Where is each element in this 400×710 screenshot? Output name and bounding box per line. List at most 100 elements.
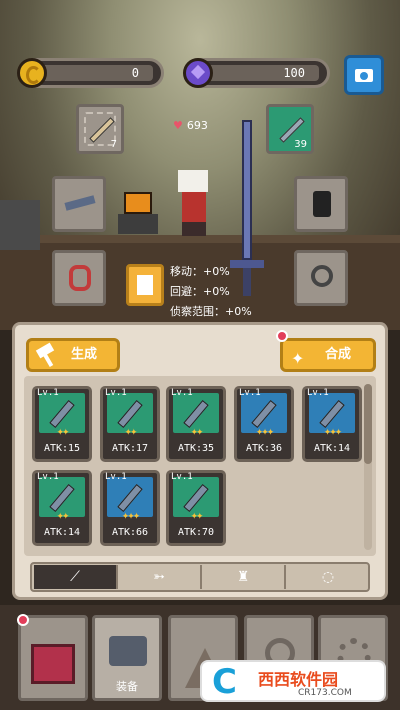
weapon-stars: ✦✦ (124, 428, 137, 438)
watermark-logo: C 西西软件园 CR173.COM (200, 660, 386, 702)
weapon-stars: ✦✦ (190, 428, 203, 438)
equip-slot-gloves[interactable] (294, 176, 348, 232)
generate-label: 生成 (71, 347, 98, 362)
equip-slot-bow[interactable] (52, 176, 106, 232)
weapon-card[interactable]: Lv.1 ✦✦ ATK:17 (100, 386, 160, 462)
anvil-icon (109, 636, 147, 666)
armor-button[interactable] (126, 264, 164, 306)
inventory-scrollbar[interactable] (364, 384, 372, 550)
slot-level: 7 (110, 139, 117, 150)
weapon-attack: ATK:36 (245, 443, 283, 454)
ring-icon: ◌ (321, 569, 335, 585)
weapon-attack: ATK:66 (111, 527, 149, 538)
notification-dot (276, 330, 288, 342)
weapon-level: Lv.1 (171, 388, 193, 398)
weapon-level: Lv.1 (105, 472, 127, 482)
weapon-level: Lv.1 (307, 388, 329, 398)
sword-icon: ⟋ (70, 569, 80, 585)
weapon-stars: ✦✦✦ (121, 512, 141, 522)
weapon-card[interactable]: Lv.1 ✦✦✦ ATK:36 (234, 386, 294, 462)
weapon-attack: ATK:14 (313, 443, 351, 454)
equip-slot-ring[interactable] (294, 250, 348, 306)
weapon-image (309, 393, 355, 433)
weapon-level: Lv.1 (171, 472, 193, 482)
weapon-attack: ATK:14 (43, 527, 81, 538)
weapon-level: Lv.1 (37, 472, 59, 482)
weapon-attack: ATK:15 (43, 443, 81, 454)
gem-value: 100 (283, 66, 305, 80)
weapon-stars: ✦✦✦ (323, 428, 343, 438)
chest-notification-dot (17, 614, 29, 626)
weapon-image (173, 393, 219, 433)
bow-icon: ➳ (153, 569, 165, 585)
heart-icon: ♥ (173, 119, 183, 132)
combine-button[interactable]: ✦ 合成 (280, 338, 376, 372)
gold-coin-icon (17, 58, 47, 88)
sparkle-icon: ✦ (291, 349, 305, 368)
weapon-icon (183, 399, 209, 429)
nav-equipment[interactable]: 装备 (92, 615, 162, 701)
hammer-icon (37, 346, 59, 364)
tab-armor[interactable]: ♜ (202, 565, 286, 589)
weapon-level: Lv.1 (105, 388, 127, 398)
game-scene: 0 100 7 39 ♥ 693 移动：+0% 回避：+0% 侦察范围：+0% (0, 0, 400, 330)
gold-value: 0 (131, 66, 139, 80)
weapon-image (39, 393, 85, 433)
gem-counter: 100 (183, 58, 330, 88)
weapon-card[interactable]: Lv.1 ✦✦ ATK:15 (32, 386, 92, 462)
weapon-icon (117, 483, 143, 513)
generate-button[interactable]: 生成 (26, 338, 120, 372)
weapon-stars: ✦✦ (56, 428, 69, 438)
watermark-brand: 西西软件园 (258, 670, 339, 689)
tab-bow[interactable]: ➳ (118, 565, 202, 589)
weapon-card[interactable]: Lv.1 ✦✦✦ ATK:14 (302, 386, 362, 462)
weapon-image (107, 477, 153, 517)
armor-icon: ♜ (236, 569, 250, 585)
weapon-attack: ATK:70 (177, 527, 215, 538)
stat-dodge: 回避：+0% (170, 285, 230, 298)
gem-icon (183, 58, 213, 88)
weapon-icon (251, 399, 277, 429)
weapon-image (173, 477, 219, 517)
combine-label: 合成 (325, 347, 352, 362)
weapon-card[interactable]: Lv.1 ✦✦ ATK:35 (166, 386, 226, 462)
hp-value: 693 (186, 119, 208, 132)
camera-icon[interactable] (344, 55, 384, 95)
gold-counter: 0 (17, 58, 164, 88)
weapon-level: Lv.1 (239, 388, 261, 398)
equip-slot-cloak[interactable] (52, 250, 106, 306)
stats-panel: 移动：+0% 回避：+0% 侦察范围：+0% (170, 262, 252, 322)
watermark-url: CR173.COM (298, 688, 352, 698)
filter-tabs: ⟋ ➳ ♜ ◌ (30, 562, 370, 592)
weapon-image (107, 393, 153, 433)
weapon-stars: ✦✦✦ (255, 428, 275, 438)
nav-equipment-label: 装备 (116, 680, 138, 693)
watermark-c: C (212, 662, 237, 702)
weapon-icon (319, 399, 345, 429)
enemy-knight (110, 180, 166, 240)
weapon-card[interactable]: Lv.1 ✦✦ ATK:14 (32, 470, 92, 546)
slot-level: 39 (294, 139, 307, 150)
weapon-image (241, 393, 287, 433)
stat-detect: 侦察范围：+0% (170, 305, 252, 318)
weapon-card[interactable]: Lv.1 ✦✦ ATK:70 (166, 470, 226, 546)
weapon-icon (117, 399, 143, 429)
weapon-icon (49, 399, 75, 429)
weapon-icon (183, 483, 209, 513)
tab-ring[interactable]: ◌ (286, 565, 370, 589)
hp-display: ♥ 693 (173, 119, 208, 132)
equip-slot-spear[interactable]: 39 (266, 104, 314, 154)
stat-move: 移动：+0% (170, 265, 230, 278)
nav-chest[interactable] (17, 614, 88, 701)
weapon-attack: ATK:35 (177, 443, 215, 454)
tab-sword[interactable]: ⟋ (34, 565, 118, 589)
equip-slot-dagger[interactable]: 7 (76, 104, 124, 154)
weapon-level: Lv.1 (37, 388, 59, 398)
weapon-attack: ATK:17 (111, 443, 149, 454)
weapon-stars: ✦✦ (190, 512, 203, 522)
weapon-stars: ✦✦ (56, 512, 69, 522)
weapon-card[interactable]: Lv.1 ✦✦✦ ATK:66 (100, 470, 160, 546)
weapon-image (39, 477, 85, 517)
weapon-icon (49, 483, 75, 513)
hero-character (170, 170, 218, 240)
